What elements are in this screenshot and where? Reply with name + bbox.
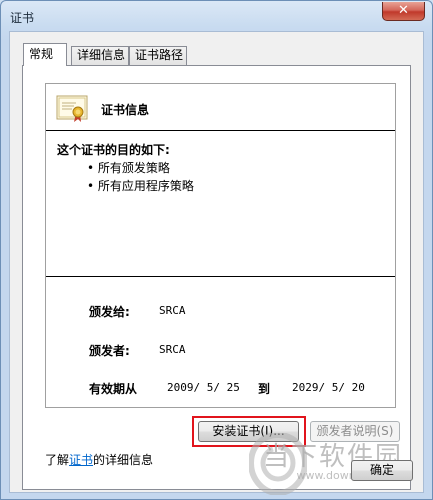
issued-by-label: 颁发者: — [89, 344, 130, 358]
tab-certification-path[interactable]: 证书路径 — [129, 46, 187, 65]
learn-more-text: 了解证书的详细信息 — [45, 451, 153, 468]
purpose-list: 所有颁发策略 所有应用程序策略 — [87, 160, 194, 196]
learn-suffix: 的详细信息 — [93, 453, 154, 467]
window-title: 证书 — [10, 11, 35, 25]
tab-details[interactable]: 详细信息 — [71, 46, 129, 65]
tab-page-general: 证书信息 这个证书的目的如下: 所有颁发策略 所有应用程序策略 颁发给: SRC… — [22, 65, 411, 490]
valid-from-label: 有效期从 — [89, 382, 138, 396]
learn-certificate-link[interactable]: 证书 — [69, 453, 93, 467]
issued-by-value: SRCA — [159, 343, 186, 356]
ok-button[interactable]: 确定 — [351, 460, 413, 481]
certificate-icon — [56, 95, 88, 122]
tab-general[interactable]: 常规 — [23, 43, 67, 66]
title-bar[interactable]: 证书 ✕ — [1, 1, 432, 31]
close-icon: ✕ — [398, 3, 409, 18]
certificate-dialog: 证书 ✕ 常规 详细信息 证书路径 证书信息 这个证书的目的如下: • 所有颁发… — [0, 0, 433, 500]
certificate-info-panel: 证书信息 这个证书的目的如下: 所有颁发策略 所有应用程序策略 颁发给: SRC… — [45, 83, 396, 408]
valid-to-label: 到 — [258, 382, 271, 396]
list-item: 所有颁发策略 — [87, 160, 194, 178]
valid-from-value: 2009/ 5/ 25 — [167, 381, 240, 394]
valid-to-value: 2029/ 5/ 20 — [292, 381, 365, 394]
close-button[interactable]: ✕ — [382, 2, 425, 21]
issued-to-label: 颁发给: — [89, 305, 130, 319]
list-item: 所有应用程序策略 — [87, 178, 194, 196]
certificate-heading: 证书信息 — [101, 103, 150, 117]
divider — [46, 276, 395, 277]
tab-label: 证书路径 — [135, 48, 184, 62]
tab-label: 常规 — [29, 47, 54, 61]
issued-to-value: SRCA — [159, 304, 186, 317]
divider — [46, 130, 395, 131]
purpose-title: 这个证书的目的如下: — [57, 143, 170, 157]
dialog-body: 常规 详细信息 证书路径 证书信息 这个证书的目的如下: • 所有颁发策略 • … — [9, 31, 424, 495]
learn-prefix: 了解 — [45, 453, 70, 467]
tab-label: 详细信息 — [77, 48, 126, 62]
